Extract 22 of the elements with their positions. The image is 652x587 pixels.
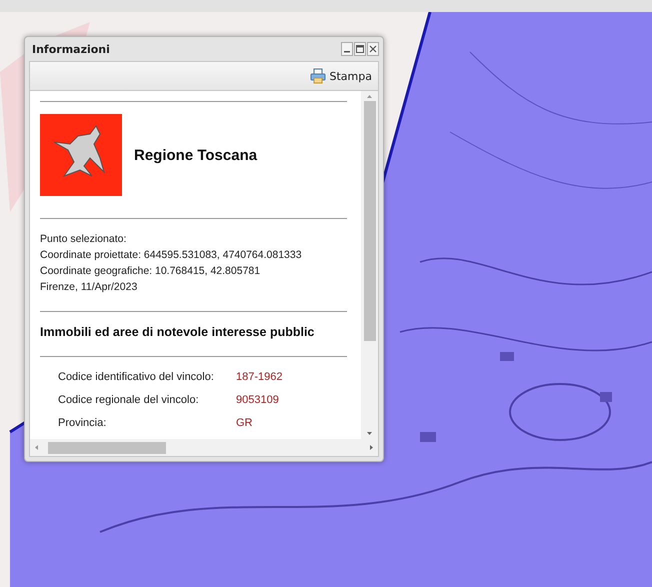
- print-button[interactable]: Stampa: [308, 66, 374, 86]
- vertical-scrollbar[interactable]: [361, 91, 378, 439]
- field-value: 187-1962: [236, 370, 282, 382]
- point-info-line: Coordinate proiettate: 644595.531083, 4740764.081333: [40, 248, 303, 263]
- section-title: Immobili ed aree di notevole interesse pubblic: [39, 324, 316, 341]
- printer-icon: [310, 68, 326, 84]
- field-label: Codice regionale del vincolo:: [58, 394, 200, 406]
- point-info-line: Coordinate geografiche: 10.768415, 42.805781: [40, 264, 262, 279]
- field-label: Codice identificativo del vincolo:: [58, 370, 215, 382]
- maximize-button[interactable]: [354, 42, 366, 56]
- organization-name: Regione Toscana: [134, 146, 258, 164]
- minimize-button[interactable]: [341, 42, 353, 56]
- point-info-line: Punto selezionato:: [40, 232, 128, 247]
- point-info-line: Firenze, 11/Apr/2023: [40, 280, 138, 295]
- close-button[interactable]: [367, 42, 379, 56]
- window-title: Informazioni: [32, 42, 110, 56]
- field-value: 9053109: [236, 394, 279, 406]
- field-label: Provincia:: [58, 416, 108, 428]
- horizontal-scrollbar[interactable]: [30, 439, 378, 456]
- field-value: GR: [236, 416, 252, 428]
- maximize-icon: [356, 45, 364, 53]
- close-icon: [369, 45, 377, 53]
